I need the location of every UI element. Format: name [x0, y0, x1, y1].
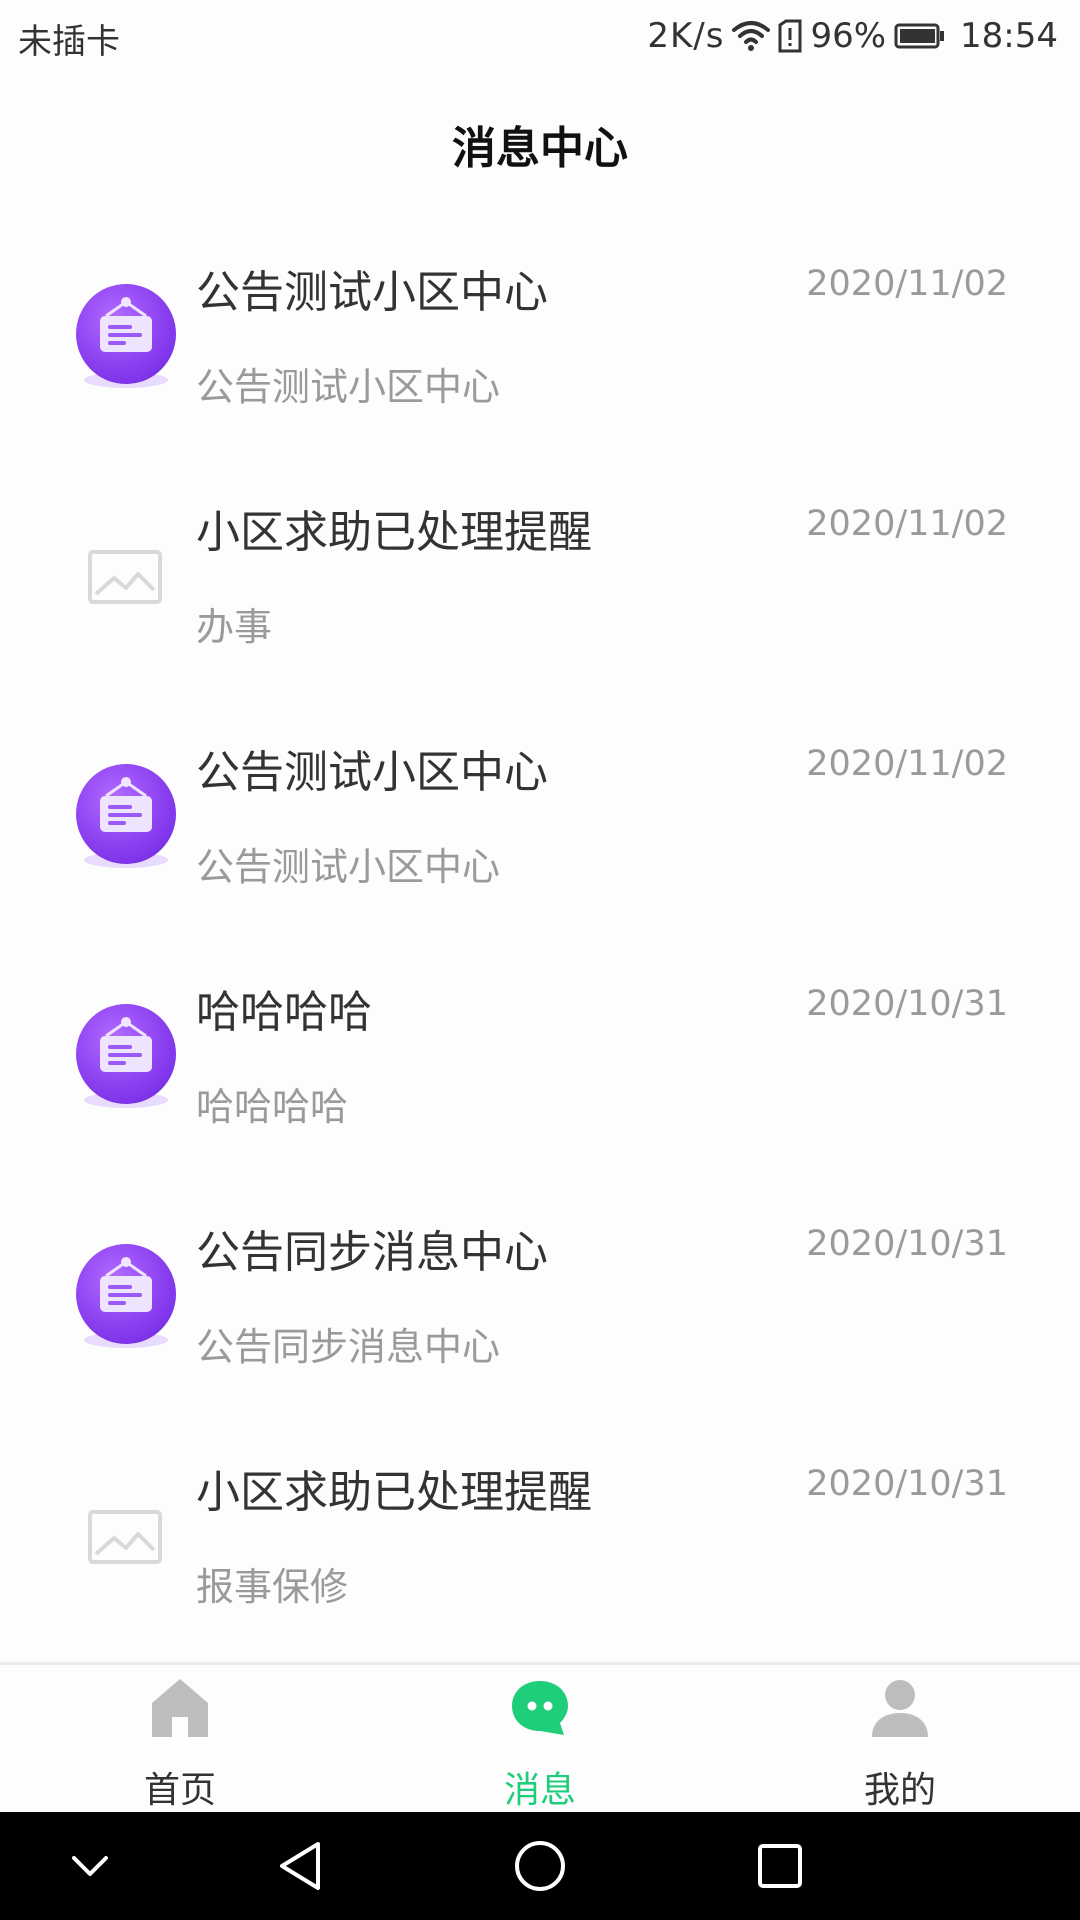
message-title: 公告测试小区中心: [196, 267, 548, 318]
status-indicators: 2K/s 96% 18:54: [647, 12, 1058, 60]
message-subtitle: 公告测试小区中心: [196, 845, 501, 889]
person-icon: [868, 1677, 932, 1739]
message-title: 小区求助已处理提醒: [196, 507, 592, 558]
tab-label: 消息: [503, 1770, 576, 1811]
message-title: 公告同步消息中心: [196, 1227, 548, 1278]
notice-board-icon: [70, 1240, 182, 1352]
message-subtitle: 办事: [196, 605, 273, 649]
sim-alert-icon: [778, 19, 802, 53]
notice-board-icon: [70, 1000, 182, 1112]
notice-board-icon: [70, 280, 182, 392]
message-title: 小区求助已处理提醒: [196, 1467, 592, 1518]
message-list-item[interactable]: 哈哈哈哈 2020/10/31 哈哈哈哈: [0, 940, 1080, 1180]
chevron-down-icon[interactable]: [30, 1812, 150, 1920]
message-title: 哈哈哈哈: [196, 987, 372, 1038]
battery-percent: 96%: [810, 16, 887, 56]
recents-square-icon[interactable]: [720, 1812, 840, 1920]
home-circle-icon[interactable]: [480, 1812, 600, 1920]
status-bar: 未插卡 2K/s 96% 18:54: [0, 0, 1080, 74]
wifi-icon: [732, 20, 771, 52]
message-subtitle: 公告同步消息中心: [196, 1325, 501, 1369]
message-title: 公告测试小区中心: [196, 747, 548, 798]
message-date: 2020/10/31: [806, 984, 1008, 1024]
tab-home[interactable]: 首页: [0, 1665, 360, 1815]
system-nav-bar: [0, 1812, 1080, 1920]
message-list-item[interactable]: 公告测试小区中心 2020/11/02 公告测试小区中心: [0, 220, 1080, 460]
battery-icon: [894, 22, 946, 50]
back-triangle-icon[interactable]: [240, 1812, 360, 1920]
message-list-item[interactable]: 公告测试小区中心 2020/11/02 公告测试小区中心: [0, 700, 1080, 940]
image-placeholder-icon: [70, 520, 182, 632]
carrier-label: 未插卡: [18, 22, 120, 62]
message-list: 公告测试小区中心 2020/11/02 公告测试小区中心 小区求助已处理提醒 2…: [0, 220, 1080, 1660]
tab-messages[interactable]: 消息: [360, 1665, 720, 1815]
page-title: 消息中心: [452, 123, 628, 174]
image-placeholder-icon: [70, 1480, 182, 1592]
message-list-item[interactable]: 小区求助已处理提醒 2020/10/31 报事保修: [0, 1420, 1080, 1660]
home-icon: [150, 1677, 210, 1739]
message-date: 2020/11/02: [806, 264, 1008, 304]
clock: 18:54: [960, 16, 1058, 56]
tab-label: 首页: [143, 1770, 216, 1811]
message-list-item[interactable]: 公告同步消息中心 2020/10/31 公告同步消息中心: [0, 1180, 1080, 1420]
message-subtitle: 哈哈哈哈: [196, 1085, 349, 1129]
message-subtitle: 报事保修: [196, 1565, 349, 1609]
message-list-item[interactable]: 小区求助已处理提醒 2020/11/02 办事: [0, 460, 1080, 700]
tab-profile[interactable]: 我的: [720, 1665, 1080, 1815]
tab-label: 我的: [863, 1770, 936, 1811]
bottom-tab-bar: 首页 消息 我的: [0, 1662, 1080, 1815]
notice-board-icon: [70, 760, 182, 872]
message-date: 2020/11/02: [806, 744, 1008, 784]
message-date: 2020/11/02: [806, 504, 1008, 544]
chat-bubble-icon: [508, 1677, 572, 1739]
message-date: 2020/10/31: [806, 1464, 1008, 1504]
network-speed: 2K/s: [647, 16, 725, 56]
message-subtitle: 公告测试小区中心: [196, 365, 501, 409]
message-date: 2020/10/31: [806, 1224, 1008, 1264]
